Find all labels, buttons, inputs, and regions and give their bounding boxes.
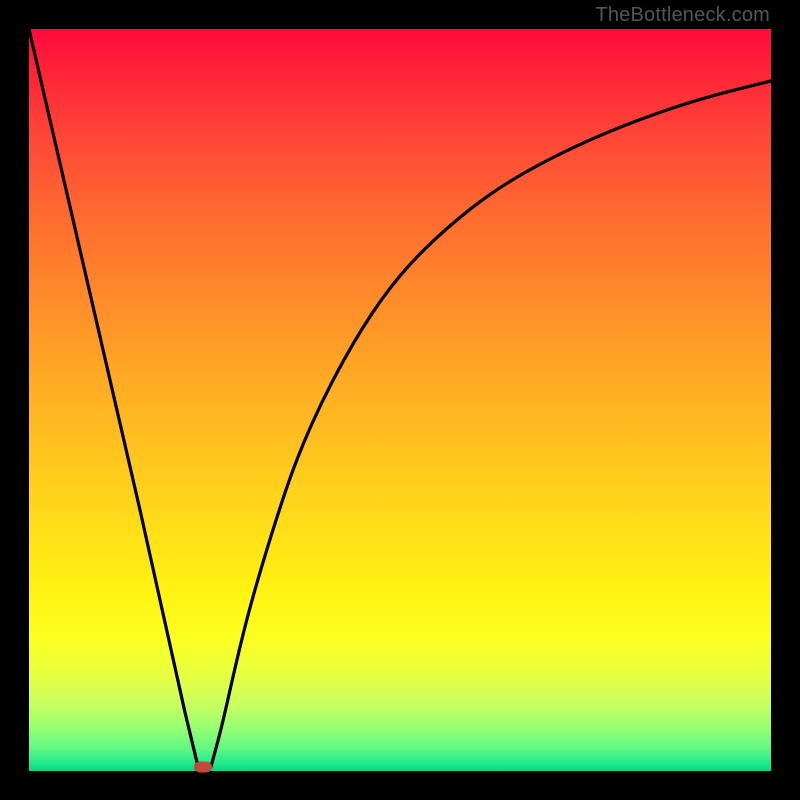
plot-area	[29, 29, 771, 771]
site-watermark: TheBottleneck.com	[595, 4, 770, 27]
bottleneck-curve	[29, 29, 771, 771]
chart-frame: TheBottleneck.com	[0, 0, 800, 800]
optimum-marker	[194, 762, 212, 773]
